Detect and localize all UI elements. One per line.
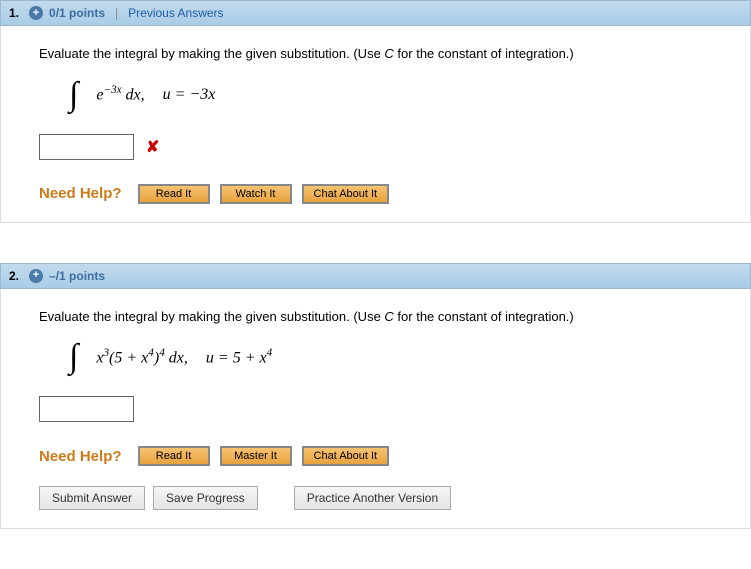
integrand: x3(5 + x4)4 dx, [96, 347, 188, 367]
answer-input[interactable] [39, 134, 134, 160]
integrand: e−3x dx, [96, 84, 144, 104]
question-prompt: Evaluate the integral by making the give… [39, 307, 732, 327]
help-row: Need Help? Read It Master It Chat About … [39, 446, 732, 466]
prompt-const: C [384, 309, 393, 324]
integral-icon: ∫ [69, 340, 78, 374]
question-body: Evaluate the integral by making the give… [0, 289, 751, 530]
master-it-button[interactable]: Master It [220, 446, 292, 466]
prompt-text-a: Evaluate the integral by making the give… [39, 309, 384, 324]
substitution: u = 5 + x4 [206, 347, 272, 367]
math-expression: ∫ e−3x dx, u = −3x [69, 78, 732, 112]
read-it-button[interactable]: Read It [138, 446, 210, 466]
expand-icon[interactable]: + [29, 6, 43, 20]
question-prompt: Evaluate the integral by making the give… [39, 44, 732, 64]
points-text: 0/1 points [49, 6, 105, 20]
prompt-text-b: for the constant of integration.) [394, 46, 574, 61]
question-block: 1. + 0/1 points | Previous Answers Evalu… [0, 0, 751, 223]
separator: | [115, 6, 118, 20]
bottom-actions: Submit Answer Save Progress Practice Ano… [39, 486, 732, 510]
chat-about-it-button[interactable]: Chat About It [302, 184, 390, 204]
save-progress-button[interactable]: Save Progress [153, 486, 258, 510]
prompt-text-b: for the constant of integration.) [394, 309, 574, 324]
incorrect-icon: ✘ [146, 137, 159, 157]
previous-answers-link[interactable]: Previous Answers [128, 6, 223, 20]
answer-input[interactable] [39, 396, 134, 422]
question-header: 1. + 0/1 points | Previous Answers [0, 0, 751, 26]
math-expression: ∫ x3(5 + x4)4 dx, u = 5 + x4 [69, 340, 732, 374]
prompt-const: C [384, 46, 393, 61]
substitution: u = −3x [163, 86, 216, 104]
question-number: 2. [9, 269, 19, 283]
question-number: 1. [9, 6, 19, 20]
prompt-text-a: Evaluate the integral by making the give… [39, 46, 384, 61]
question-block: 2. + –/1 points Evaluate the integral by… [0, 263, 751, 530]
question-header: 2. + –/1 points [0, 263, 751, 289]
practice-another-button[interactable]: Practice Another Version [294, 486, 451, 510]
chat-about-it-button[interactable]: Chat About It [302, 446, 390, 466]
need-help-label: Need Help? [39, 185, 122, 202]
expand-icon[interactable]: + [29, 269, 43, 283]
answer-row: ✘ [39, 134, 732, 160]
help-row: Need Help? Read It Watch It Chat About I… [39, 184, 732, 204]
submit-answer-button[interactable]: Submit Answer [39, 486, 145, 510]
watch-it-button[interactable]: Watch It [220, 184, 292, 204]
need-help-label: Need Help? [39, 448, 122, 465]
question-body: Evaluate the integral by making the give… [0, 26, 751, 223]
answer-row [39, 396, 732, 422]
read-it-button[interactable]: Read It [138, 184, 210, 204]
integral-icon: ∫ [69, 78, 78, 112]
points-text: –/1 points [49, 269, 105, 283]
